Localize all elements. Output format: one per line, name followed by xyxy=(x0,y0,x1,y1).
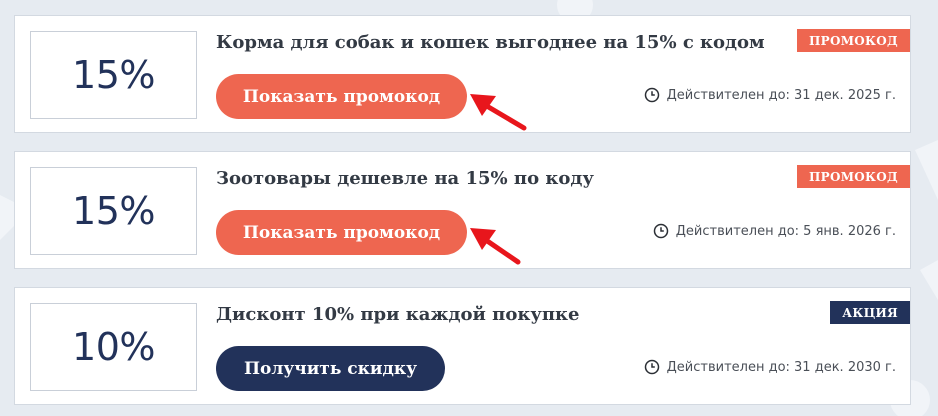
show-promocode-button[interactable]: Показать промокод xyxy=(216,74,467,119)
clock-icon xyxy=(644,87,659,103)
validity-info: Действителен до: 5 янв. 2026 г. xyxy=(653,223,896,239)
offer-title[interactable]: Дисконт 10% при каждой покупке xyxy=(216,304,580,325)
validity-info: Действителен до: 31 дек. 2025 г. xyxy=(644,87,896,103)
offer-card: 10% Дисконт 10% при каждой покупке Получ… xyxy=(14,287,911,405)
discount-value: 15% xyxy=(72,189,155,233)
clock-icon xyxy=(644,359,659,375)
get-discount-button[interactable]: Получить скидку xyxy=(216,346,445,391)
discount-box: 10% xyxy=(30,303,197,391)
offer-card: 15% Зоотовары дешевле на 15% по коду Пок… xyxy=(14,151,911,269)
validity-date: Действителен до: 31 дек. 2025 г. xyxy=(666,87,896,103)
validity-info: Действителен до: 31 дек. 2030 г. xyxy=(644,359,896,375)
discount-box: 15% xyxy=(30,31,197,119)
offer-type-badge: АКЦИЯ xyxy=(830,301,910,324)
offer-type-badge: ПРОМОКОД xyxy=(797,165,910,188)
offer-title[interactable]: Корма для собак и кошек выгоднее на 15% … xyxy=(216,32,765,53)
offer-card: 15% Корма для собак и кошек выгоднее на … xyxy=(14,15,911,133)
offer-title[interactable]: Зоотовары дешевле на 15% по коду xyxy=(216,168,594,189)
offer-type-badge: ПРОМОКОД xyxy=(797,29,910,52)
discount-value: 15% xyxy=(72,53,155,97)
discount-value: 10% xyxy=(72,325,155,369)
validity-date: Действителен до: 31 дек. 2030 г. xyxy=(666,359,896,375)
discount-box: 15% xyxy=(30,167,197,255)
clock-icon xyxy=(653,223,669,239)
show-promocode-button[interactable]: Показать промокод xyxy=(216,210,467,255)
validity-date: Действителен до: 5 янв. 2026 г. xyxy=(675,223,896,239)
